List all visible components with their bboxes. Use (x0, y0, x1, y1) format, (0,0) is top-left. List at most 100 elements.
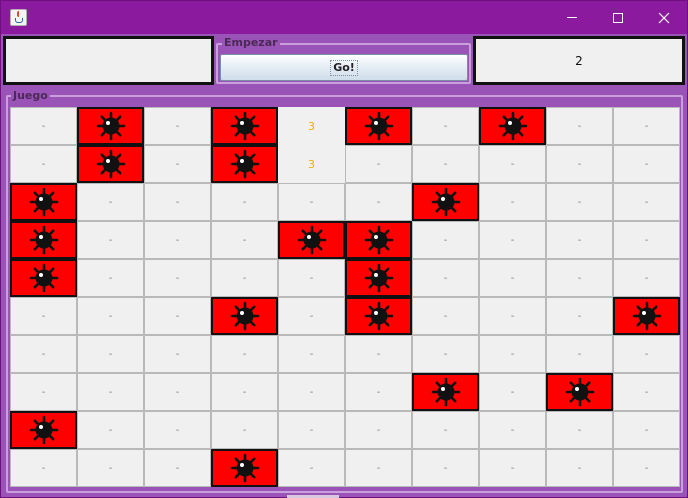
hidden-cell[interactable]: - (10, 107, 77, 145)
minimize-button[interactable] (549, 1, 595, 34)
hidden-cell[interactable]: - (77, 297, 144, 335)
mine-cell[interactable] (10, 411, 77, 449)
hidden-cell[interactable]: - (144, 221, 211, 259)
hidden-cell[interactable]: - (412, 107, 479, 145)
mine-cell[interactable] (211, 297, 278, 335)
mine-cell[interactable] (10, 221, 77, 259)
hidden-cell[interactable]: - (10, 145, 77, 183)
hidden-cell[interactable]: - (479, 183, 546, 221)
hidden-cell[interactable]: - (546, 335, 613, 373)
revealed-cell[interactable]: 3 (278, 145, 345, 183)
mine-cell[interactable] (613, 297, 680, 335)
hidden-cell[interactable]: - (345, 335, 412, 373)
hidden-cell[interactable]: - (613, 183, 680, 221)
hidden-cell[interactable]: - (479, 411, 546, 449)
hidden-cell[interactable]: - (613, 373, 680, 411)
mine-cell[interactable] (412, 373, 479, 411)
hidden-cell[interactable]: - (613, 145, 680, 183)
mine-cell[interactable] (479, 107, 546, 145)
mine-cell[interactable] (546, 373, 613, 411)
hidden-cell[interactable]: - (77, 449, 144, 487)
hidden-cell[interactable]: - (10, 449, 77, 487)
hidden-cell[interactable]: - (546, 145, 613, 183)
hidden-cell[interactable]: - (412, 145, 479, 183)
hidden-cell[interactable]: - (613, 335, 680, 373)
mine-cell[interactable] (345, 221, 412, 259)
hidden-cell[interactable]: - (479, 259, 546, 297)
hidden-cell[interactable]: - (211, 335, 278, 373)
hidden-cell[interactable]: - (77, 183, 144, 221)
hidden-cell[interactable]: - (211, 259, 278, 297)
mine-cell[interactable] (10, 259, 77, 297)
hidden-cell[interactable]: - (345, 373, 412, 411)
hidden-cell[interactable]: - (345, 411, 412, 449)
hidden-cell[interactable]: - (211, 183, 278, 221)
hidden-cell[interactable]: - (10, 373, 77, 411)
mine-cell[interactable] (278, 221, 345, 259)
hidden-cell[interactable]: - (278, 411, 345, 449)
hidden-cell[interactable]: - (412, 335, 479, 373)
hidden-cell[interactable]: - (345, 145, 412, 183)
hidden-cell[interactable]: - (479, 297, 546, 335)
hidden-cell[interactable]: - (613, 107, 680, 145)
hidden-cell[interactable]: - (77, 411, 144, 449)
mine-cell[interactable] (211, 107, 278, 145)
hidden-cell[interactable]: - (211, 221, 278, 259)
hidden-cell[interactable]: - (613, 259, 680, 297)
go-button[interactable]: Go! (220, 54, 468, 81)
mine-cell[interactable] (211, 145, 278, 183)
hidden-cell[interactable]: - (479, 221, 546, 259)
hidden-cell[interactable]: - (278, 259, 345, 297)
hidden-cell[interactable]: - (412, 221, 479, 259)
revealed-cell[interactable]: 3 (278, 107, 345, 145)
hidden-cell[interactable]: - (345, 449, 412, 487)
hidden-cell[interactable]: - (479, 449, 546, 487)
mine-cell[interactable] (412, 183, 479, 221)
hidden-cell[interactable]: - (77, 373, 144, 411)
hidden-cell[interactable]: - (613, 449, 680, 487)
mine-cell[interactable] (77, 107, 144, 145)
hidden-cell[interactable]: - (412, 259, 479, 297)
hidden-cell[interactable]: - (278, 183, 345, 221)
mine-cell[interactable] (345, 107, 412, 145)
mine-cell[interactable] (77, 145, 144, 183)
hidden-cell[interactable]: - (546, 259, 613, 297)
hidden-cell[interactable]: - (77, 259, 144, 297)
hidden-cell[interactable]: - (144, 107, 211, 145)
hidden-cell[interactable]: - (546, 183, 613, 221)
maximize-button[interactable] (595, 1, 641, 34)
hidden-cell[interactable]: - (278, 373, 345, 411)
title-bar[interactable] (1, 1, 687, 34)
mine-cell[interactable] (211, 449, 278, 487)
hidden-cell[interactable]: - (278, 449, 345, 487)
hidden-cell[interactable]: - (613, 411, 680, 449)
hidden-cell[interactable]: - (144, 145, 211, 183)
close-button[interactable] (641, 1, 687, 34)
mine-cell[interactable] (345, 297, 412, 335)
hidden-cell[interactable]: - (546, 297, 613, 335)
hidden-cell[interactable]: - (211, 411, 278, 449)
hidden-cell[interactable]: - (479, 335, 546, 373)
mine-cell[interactable] (10, 183, 77, 221)
hidden-cell[interactable]: - (278, 297, 345, 335)
hidden-cell[interactable]: - (144, 373, 211, 411)
hidden-cell[interactable]: - (10, 297, 77, 335)
hidden-cell[interactable]: - (144, 259, 211, 297)
hidden-cell[interactable]: - (546, 449, 613, 487)
hidden-cell[interactable]: - (345, 183, 412, 221)
hidden-cell[interactable]: - (10, 335, 77, 373)
hidden-cell[interactable]: - (412, 411, 479, 449)
hidden-cell[interactable]: - (412, 449, 479, 487)
hidden-cell[interactable]: - (77, 221, 144, 259)
hidden-cell[interactable]: - (479, 373, 546, 411)
hidden-cell[interactable]: - (412, 297, 479, 335)
hidden-cell[interactable]: - (613, 221, 680, 259)
hidden-cell[interactable]: - (144, 183, 211, 221)
hidden-cell[interactable]: - (546, 107, 613, 145)
hidden-cell[interactable]: - (546, 411, 613, 449)
hidden-cell[interactable]: - (144, 297, 211, 335)
hidden-cell[interactable]: - (144, 335, 211, 373)
mine-cell[interactable] (345, 259, 412, 297)
hidden-cell[interactable]: - (211, 373, 278, 411)
hidden-cell[interactable]: - (77, 335, 144, 373)
